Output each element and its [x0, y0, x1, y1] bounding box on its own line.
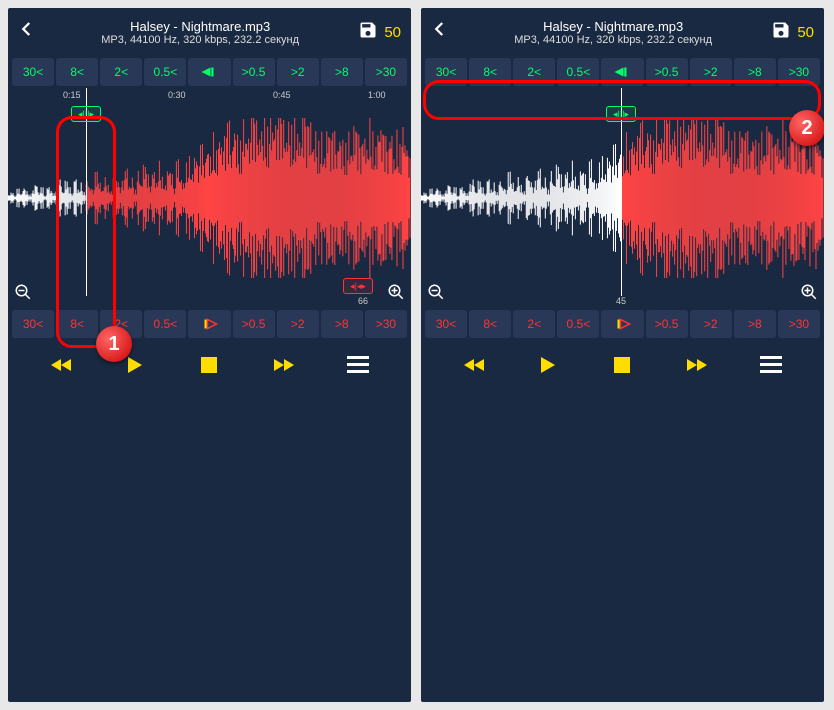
seek-back-2-b[interactable]: 2<: [513, 310, 555, 338]
waveform-area[interactable]: ◂|||▸ 45: [421, 88, 824, 308]
rewind-button[interactable]: [46, 350, 76, 380]
seek-to-end[interactable]: [188, 310, 230, 338]
seek-fwd-2[interactable]: >2: [690, 58, 732, 86]
stop-button[interactable]: [194, 350, 224, 380]
playback-controls: [421, 340, 824, 390]
seek-to-end[interactable]: [601, 310, 643, 338]
waveform-area[interactable]: 0:15 0:30 0:45 1:00 ◂|||▸ ◂|◂▸ 66: [8, 88, 411, 308]
back-button[interactable]: [18, 20, 42, 44]
file-subtitle: MP3, 44100 Hz, 320 kbps, 232.2 секунд: [455, 34, 771, 46]
title-area: Halsey - Nightmare.mp3 MP3, 44100 Hz, 32…: [42, 19, 358, 46]
seek-back-2[interactable]: 2<: [513, 58, 555, 86]
seek-fwd-30[interactable]: >30: [365, 58, 407, 86]
menu-button[interactable]: [343, 350, 373, 380]
seek-back-30-b[interactable]: 30<: [12, 310, 54, 338]
header: Halsey - Nightmare.mp3 MP3, 44100 Hz, 32…: [421, 8, 824, 56]
play-button[interactable]: [533, 350, 563, 380]
seek-fwd-05-b[interactable]: >0.5: [233, 310, 275, 338]
forward-button[interactable]: [269, 350, 299, 380]
seek-fwd-8-b[interactable]: >8: [734, 310, 776, 338]
seek-top-row: 30< 8< 2< 0.5< >0.5 >2 >8 >30: [8, 56, 411, 88]
time-label: 0:15: [63, 90, 81, 100]
seek-back-8-b[interactable]: 8<: [56, 310, 98, 338]
save-area[interactable]: 50: [358, 20, 401, 45]
save-count: 50: [384, 24, 401, 41]
play-button[interactable]: [120, 350, 150, 380]
start-handle[interactable]: ◂|||▸: [71, 106, 101, 122]
seek-fwd-05-b[interactable]: >0.5: [646, 310, 688, 338]
seek-fwd-8[interactable]: >8: [321, 58, 363, 86]
start-handle[interactable]: ◂|||▸: [606, 106, 636, 122]
header: Halsey - Nightmare.mp3 MP3, 44100 Hz, 32…: [8, 8, 411, 56]
back-button[interactable]: [431, 20, 455, 44]
frame-number: 66: [358, 296, 368, 306]
time-label: 0:45: [273, 90, 291, 100]
seek-back-30-b[interactable]: 30<: [425, 310, 467, 338]
time-label: 1:00: [368, 90, 386, 100]
screen-2: Halsey - Nightmare.mp3 MP3, 44100 Hz, 32…: [421, 8, 824, 702]
seek-back-8[interactable]: 8<: [56, 58, 98, 86]
zoom-in-button[interactable]: [387, 283, 405, 306]
zoom-out-button[interactable]: [14, 283, 32, 306]
save-area[interactable]: 50: [771, 20, 814, 45]
time-label: 0:30: [168, 90, 186, 100]
seek-back-30[interactable]: 30<: [425, 58, 467, 86]
end-handle[interactable]: ◂|◂▸: [343, 278, 373, 294]
seek-fwd-2-b[interactable]: >2: [277, 310, 319, 338]
save-count: 50: [797, 24, 814, 41]
playback-controls: [8, 340, 411, 390]
waveform-canvas: [421, 118, 824, 278]
frame-number: 45: [616, 296, 626, 306]
file-title: Halsey - Nightmare.mp3: [455, 19, 771, 34]
seek-fwd-30-b[interactable]: >30: [365, 310, 407, 338]
seek-fwd-8[interactable]: >8: [734, 58, 776, 86]
waveform-canvas: [8, 118, 411, 278]
seek-back-05-b[interactable]: 0.5<: [557, 310, 599, 338]
seek-back-05[interactable]: 0.5<: [144, 58, 186, 86]
save-icon: [358, 20, 378, 45]
rewind-button[interactable]: [459, 350, 489, 380]
file-subtitle: MP3, 44100 Hz, 320 kbps, 232.2 секунд: [42, 34, 358, 46]
seek-fwd-2[interactable]: >2: [277, 58, 319, 86]
zoom-out-button[interactable]: [427, 283, 445, 306]
seek-to-start[interactable]: [188, 58, 230, 86]
seek-back-2-b[interactable]: 2<: [100, 310, 142, 338]
forward-button[interactable]: [682, 350, 712, 380]
seek-bottom-row: 30< 8< 2< 0.5< >0.5 >2 >8 >30: [421, 308, 824, 340]
seek-back-2[interactable]: 2<: [100, 58, 142, 86]
seek-fwd-05[interactable]: >0.5: [646, 58, 688, 86]
zoom-in-button[interactable]: [800, 283, 818, 306]
seek-back-30[interactable]: 30<: [12, 58, 54, 86]
menu-button[interactable]: [756, 350, 786, 380]
seek-to-start[interactable]: [601, 58, 643, 86]
seek-top-row: 30< 8< 2< 0.5< >0.5 >2 >8 >30: [421, 56, 824, 88]
screen-1: Halsey - Nightmare.mp3 MP3, 44100 Hz, 32…: [8, 8, 411, 702]
seek-fwd-30-b[interactable]: >30: [778, 310, 820, 338]
save-icon: [771, 20, 791, 45]
seek-fwd-05[interactable]: >0.5: [233, 58, 275, 86]
seek-fwd-30[interactable]: >30: [778, 58, 820, 86]
seek-back-8-b[interactable]: 8<: [469, 310, 511, 338]
seek-back-05[interactable]: 0.5<: [557, 58, 599, 86]
seek-back-8[interactable]: 8<: [469, 58, 511, 86]
seek-fwd-8-b[interactable]: >8: [321, 310, 363, 338]
seek-fwd-2-b[interactable]: >2: [690, 310, 732, 338]
file-title: Halsey - Nightmare.mp3: [42, 19, 358, 34]
seek-back-05-b[interactable]: 0.5<: [144, 310, 186, 338]
seek-bottom-row: 30< 8< 2< 0.5< >0.5 >2 >8 >30: [8, 308, 411, 340]
stop-button[interactable]: [607, 350, 637, 380]
title-area: Halsey - Nightmare.mp3 MP3, 44100 Hz, 32…: [455, 19, 771, 46]
